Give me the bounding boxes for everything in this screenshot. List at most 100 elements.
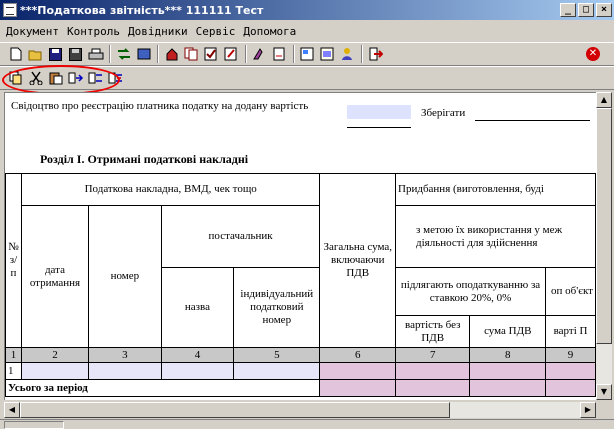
tax-number-cell[interactable] [233,362,321,380]
maximize-button[interactable]: □ [578,3,594,17]
header-name: назва [160,267,235,348]
total-value-cell [395,379,471,397]
row-number: 1 [5,362,22,380]
horizontal-scrollbar[interactable]: ◀ ▶ [4,402,596,418]
column-number: 2 [20,347,89,363]
copy-doc-icon[interactable] [182,45,201,63]
certificate-input[interactable] [347,105,411,119]
split-row-icon[interactable] [86,69,105,87]
save-as-icon[interactable] [66,45,85,63]
scroll-right-icon[interactable]: ▶ [580,402,596,418]
delete-row-icon[interactable] [106,69,125,87]
menu-control[interactable]: Контроль [67,25,120,38]
total-sum-cell [319,379,397,397]
main-toolbar: ✕ [0,42,614,66]
certificate-underline [347,127,411,128]
header-op-partial: оп об'єкт [545,267,596,316]
window-controls: _ □ × [560,3,612,17]
edit-icon[interactable] [222,45,241,63]
header-invoice-group: Податкова накладна, ВМД, чек тощо [20,173,321,206]
menu-help[interactable]: Допомога [243,25,296,38]
header-supplier: постачальник [160,205,321,268]
new-doc-icon[interactable] [6,45,25,63]
keep-underline [475,120,590,121]
window-title: ***Податкова звітність*** 111111 Тест [20,3,264,17]
header-purpose: з метою їх використання у меж діяльності… [395,205,596,268]
toolbar-separator [293,45,295,63]
print-icon[interactable] [86,45,105,63]
column-number: 5 [233,347,321,363]
form-area: Свідоцтво про реєстрацію платника податк… [4,92,596,400]
check-icon[interactable] [202,45,221,63]
row-toolbar [0,66,614,90]
toolbar-separator [157,45,159,63]
import-icon[interactable] [134,45,153,63]
column-number: 9 [545,347,596,363]
toolbar-separator [109,45,111,63]
header-taxable: підлягають оподаткуванню за ставкою 20%,… [395,267,547,316]
total-cell[interactable] [319,362,397,380]
minimize-button[interactable]: _ [560,3,576,17]
app-icon [3,3,17,17]
paste-icon[interactable] [46,69,65,87]
header-value-partial: варті П [545,315,596,348]
certificate-label: Свідоцтво про реєстрацію платника податк… [11,100,309,112]
menu-document[interactable]: Документ [6,25,59,38]
copy-rows-icon[interactable] [6,69,25,87]
value-partial-cell[interactable] [545,362,596,380]
scroll-down-icon[interactable]: ▼ [596,384,612,400]
name-cell[interactable] [160,362,235,380]
menu-directories[interactable]: Довідники [128,25,188,38]
insert-row-icon[interactable] [66,69,85,87]
date-cell[interactable] [20,362,89,380]
column-number: 3 [87,347,162,363]
menu-service[interactable]: Сервіс [196,25,236,38]
vertical-scrollbar[interactable]: ▲ ▼ [596,92,612,400]
toolbar-separator [361,45,363,63]
header-total: Загальна сума, включаючи ПДВ [319,173,397,348]
transfer-icon[interactable] [114,45,133,63]
total-label: Усього за період [5,379,321,397]
help-icon[interactable] [318,45,337,63]
vertical-scroll-thumb[interactable] [596,108,612,344]
title-bar: ***Податкова звітність*** 111111 Тест _ … [0,0,614,20]
value-no-vat-cell[interactable] [395,362,471,380]
status-panel [4,421,64,429]
header-number: номер [87,205,162,348]
column-number: 7 [395,347,471,363]
column-number: 1 [5,347,22,363]
section-title: Розділ I. Отримані податкові накладні [40,152,249,166]
status-bar [0,419,614,429]
exit-icon[interactable] [366,45,385,63]
close-button[interactable]: × [596,3,612,17]
total-partial-cell [545,379,596,397]
table-row: 1 [5,362,596,380]
number-cell[interactable] [87,362,162,380]
header-date: дата отримання [20,205,89,348]
menu-bar: Документ Контроль Довідники Сервіс Допом… [0,21,614,41]
scroll-left-icon[interactable]: ◀ [4,402,20,418]
cut-icon[interactable] [26,69,45,87]
column-number: 6 [319,347,397,363]
open-folder-icon[interactable] [26,45,45,63]
settings-icon[interactable] [270,45,289,63]
column-number: 4 [160,347,235,363]
horizontal-scroll-thumb[interactable] [20,402,450,418]
vat-sum-cell[interactable] [469,362,547,380]
total-row: Усього за період [5,379,596,397]
header-value-no-vat: вартість без ПДВ [395,315,471,348]
person-icon[interactable] [338,45,357,63]
keep-label: Зберігати [421,107,466,119]
header-vat-sum: сума ПДВ [469,315,547,348]
header-tax-number: індивідуальний податковий номер [233,267,321,348]
column-number: 8 [469,347,547,363]
list-icon[interactable] [250,45,269,63]
scroll-up-icon[interactable]: ▲ [596,92,612,108]
close-doc-icon[interactable]: ✕ [586,47,600,61]
invoices-table: № з/п Податкова накладна, ВМД, чек тощо … [5,173,596,397]
save-icon[interactable] [46,45,65,63]
export-icon[interactable] [162,45,181,63]
total-vat-cell [469,379,547,397]
preview-icon[interactable] [298,45,317,63]
header-col-no: № з/п [5,173,22,348]
